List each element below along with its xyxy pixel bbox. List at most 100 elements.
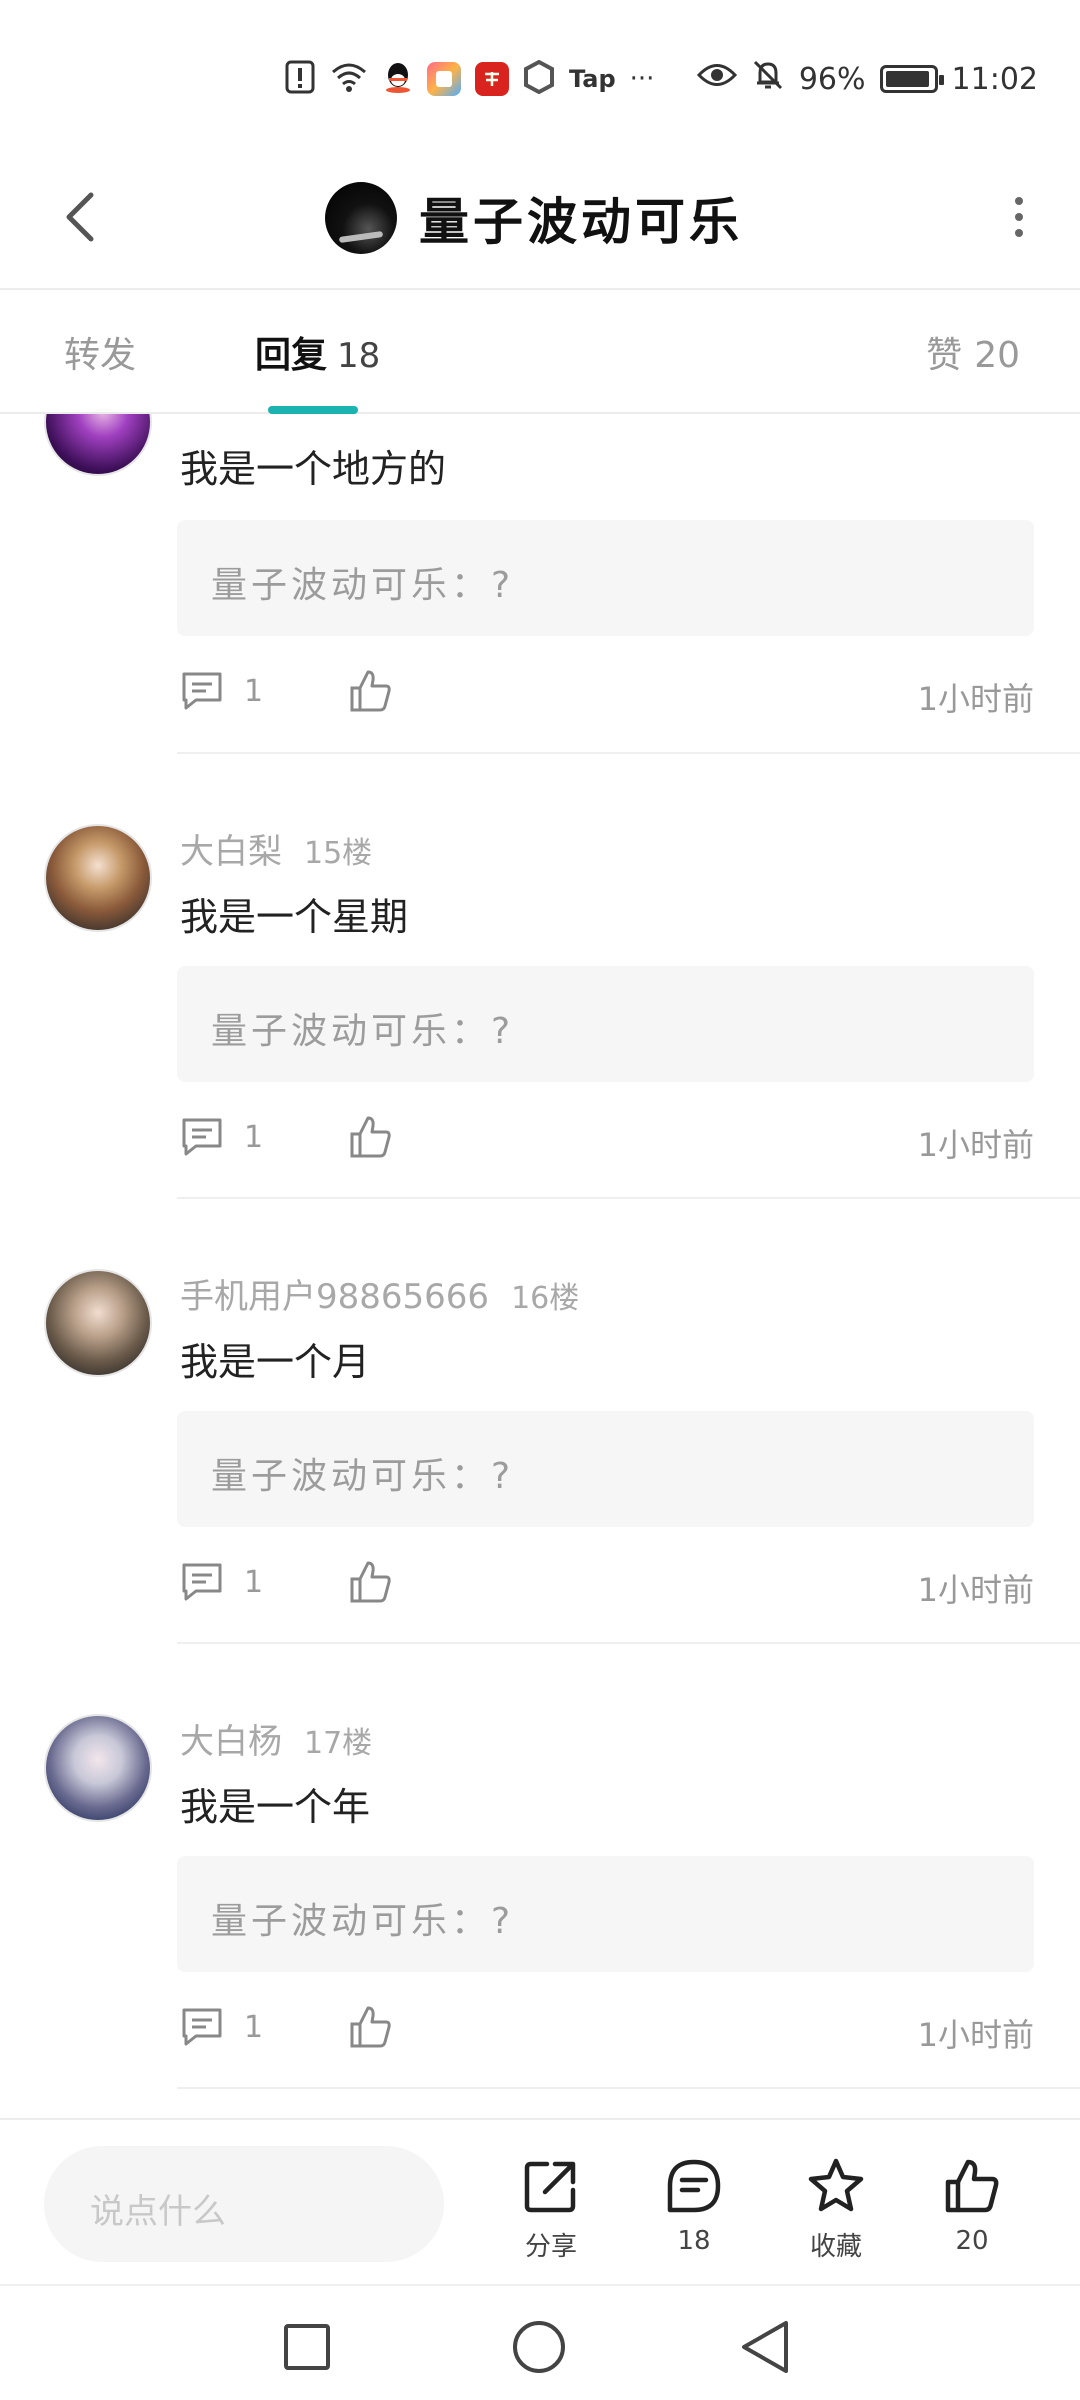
back-button[interactable] bbox=[36, 172, 126, 262]
reply-actions: 1 1小时前 bbox=[180, 1555, 1034, 1615]
more-vertical-icon bbox=[1015, 197, 1023, 205]
tab-reply-label: 回复 bbox=[255, 335, 328, 376]
reply-time: 1小时前 bbox=[917, 680, 1034, 718]
reply-floor: 17楼 bbox=[304, 1726, 373, 1761]
comment-icon bbox=[182, 672, 222, 710]
reply-username[interactable]: 大白杨 bbox=[180, 1722, 282, 1762]
comment-input-placeholder: 说点什么 bbox=[90, 2192, 226, 2232]
tab-indicator bbox=[268, 406, 358, 414]
quoted-reply-text: 量子波动可乐：? bbox=[211, 1011, 515, 1052]
avatar[interactable] bbox=[44, 824, 152, 932]
thumbs-up-icon bbox=[350, 1561, 391, 1603]
page-title: 量子波动可乐 bbox=[419, 193, 743, 251]
star-icon bbox=[808, 2158, 864, 2212]
tab-like-label: 赞 bbox=[926, 335, 963, 376]
share-button[interactable]: 分享 bbox=[496, 2156, 606, 2263]
status-icons: Tap ··· bbox=[285, 58, 654, 100]
reply-item[interactable]: 我是一个地方的 量子波动可乐：? 1 1小时前 bbox=[0, 414, 1080, 754]
like-post-button[interactable]: 20 bbox=[917, 2156, 1027, 2256]
wifi-icon bbox=[329, 60, 369, 98]
reply-list[interactable]: 我是一个地方的 量子波动可乐：? 1 1小时前 大白梨 15楼 我是一个星期 量子… bbox=[0, 414, 1080, 2118]
reply-text: 我是一个年 bbox=[180, 1785, 371, 1829]
status-right: 96% 11:02 bbox=[696, 58, 1038, 100]
reply-time: 1小时前 bbox=[917, 1571, 1034, 1609]
quoted-reply[interactable]: 量子波动可乐：? bbox=[177, 1411, 1034, 1527]
reply-time: 1小时前 bbox=[917, 1126, 1034, 1164]
like-button[interactable] bbox=[348, 2004, 394, 2054]
battery-icon bbox=[879, 65, 944, 93]
comment-button[interactable]: 18 bbox=[639, 2156, 749, 2256]
tab-forward-label: 转发 bbox=[64, 335, 137, 376]
quoted-reply[interactable]: 量子波动可乐：? bbox=[177, 966, 1034, 1082]
avatar[interactable] bbox=[44, 1269, 152, 1377]
battery-percent: 96% bbox=[798, 61, 866, 97]
reply-item[interactable]: 大白杨 17楼 我是一个年 量子波动可乐：? 1 1小时前 bbox=[0, 1644, 1080, 2089]
system-back-button[interactable] bbox=[730, 2312, 800, 2382]
reply-comment-button[interactable]: 1 bbox=[180, 1561, 263, 1603]
reply-meta: 大白梨 15楼 bbox=[180, 824, 372, 873]
reply-username[interactable]: 大白梨 bbox=[180, 832, 282, 872]
reply-comment-button[interactable]: 1 bbox=[180, 670, 263, 712]
share-icon bbox=[524, 2161, 576, 2213]
more-options-button[interactable] bbox=[984, 182, 1054, 252]
reply-item[interactable]: 大白梨 15楼 我是一个星期 量子波动可乐：? 1 1小时前 bbox=[0, 754, 1080, 1199]
like-button[interactable] bbox=[348, 1114, 394, 1164]
like-button[interactable] bbox=[348, 668, 394, 718]
comment-bubble-icon bbox=[667, 2159, 721, 2213]
tab-reply[interactable]: 回复 18 bbox=[255, 326, 380, 378]
share-label: 分享 bbox=[524, 2232, 577, 2262]
comment-input[interactable]: 说点什么 bbox=[44, 2146, 444, 2262]
recent-apps-button[interactable] bbox=[272, 2312, 342, 2382]
quoted-reply[interactable]: 量子波动可乐：? bbox=[177, 1856, 1034, 1972]
home-button[interactable] bbox=[504, 2312, 574, 2382]
comment-icon bbox=[182, 1563, 222, 1601]
reply-comment-count: 1 bbox=[244, 1564, 264, 1600]
like-count: 20 bbox=[955, 2226, 989, 2256]
reply-actions: 1 1小时前 bbox=[180, 2000, 1034, 2060]
favorite-label: 收藏 bbox=[809, 2232, 862, 2262]
tab-forward[interactable]: 转发 bbox=[64, 326, 136, 378]
comment-icon bbox=[182, 1118, 222, 1156]
like-button[interactable] bbox=[348, 1559, 394, 1609]
author-avatar[interactable] bbox=[325, 182, 397, 254]
mute-icon bbox=[751, 58, 785, 100]
avatar[interactable] bbox=[44, 414, 152, 476]
circle-icon bbox=[513, 2321, 565, 2373]
reply-text: 我是一个月 bbox=[180, 1340, 371, 1384]
tap-icon bbox=[523, 59, 555, 98]
tab-like[interactable]: 赞 20 bbox=[926, 326, 1020, 378]
thumbs-up-icon bbox=[350, 670, 391, 712]
reply-actions: 1 1小时前 bbox=[180, 1110, 1034, 1170]
comment-count: 18 bbox=[677, 2226, 711, 2256]
tab-like-count: 20 bbox=[974, 335, 1020, 376]
alert-icon bbox=[285, 60, 315, 98]
thumbs-up-icon bbox=[350, 1116, 391, 1158]
thumbs-up-icon bbox=[350, 2006, 391, 2048]
divider bbox=[177, 2087, 1080, 2089]
tab-bar: 转发 回复 18 赞 20 bbox=[0, 288, 1080, 414]
xuexi-icon bbox=[475, 62, 509, 96]
status-bar: Tap ··· 96% 11:02 bbox=[0, 0, 1080, 150]
reply-username[interactable]: 手机用户98865666 bbox=[180, 1277, 489, 1317]
tap-label: Tap bbox=[569, 65, 616, 93]
quoted-reply-text: 量子波动可乐：? bbox=[211, 565, 515, 606]
reply-text: 我是一个地方的 bbox=[180, 447, 447, 491]
header-user[interactable]: 量子波动可乐 bbox=[325, 170, 743, 266]
reply-meta: 大白杨 17楼 bbox=[180, 1714, 372, 1763]
favorite-button[interactable]: 收藏 bbox=[781, 2156, 891, 2263]
reply-comment-button[interactable]: 1 bbox=[180, 1116, 263, 1158]
reply-time: 1小时前 bbox=[917, 2016, 1034, 2054]
reply-floor: 16楼 bbox=[511, 1281, 580, 1316]
more-dot bbox=[1015, 229, 1023, 237]
reply-item[interactable]: 手机用户98865666 16楼 我是一个月 量子波动可乐：? 1 1小时前 bbox=[0, 1199, 1080, 1644]
avatar[interactable] bbox=[44, 1714, 152, 1822]
reply-comment-button[interactable]: 1 bbox=[180, 2006, 263, 2048]
square-icon bbox=[284, 2324, 330, 2370]
more-notifications: ··· bbox=[629, 64, 655, 94]
triangle-back-icon bbox=[742, 2321, 788, 2373]
system-navigation-bar bbox=[0, 2284, 1080, 2400]
comment-icon bbox=[182, 2008, 222, 2046]
quoted-reply-text: 量子波动可乐：? bbox=[211, 1456, 515, 1497]
quoted-reply[interactable]: 量子波动可乐：? bbox=[177, 520, 1034, 636]
bottom-action-bar: 说点什么 分享 18 收藏 20 bbox=[0, 2118, 1080, 2283]
